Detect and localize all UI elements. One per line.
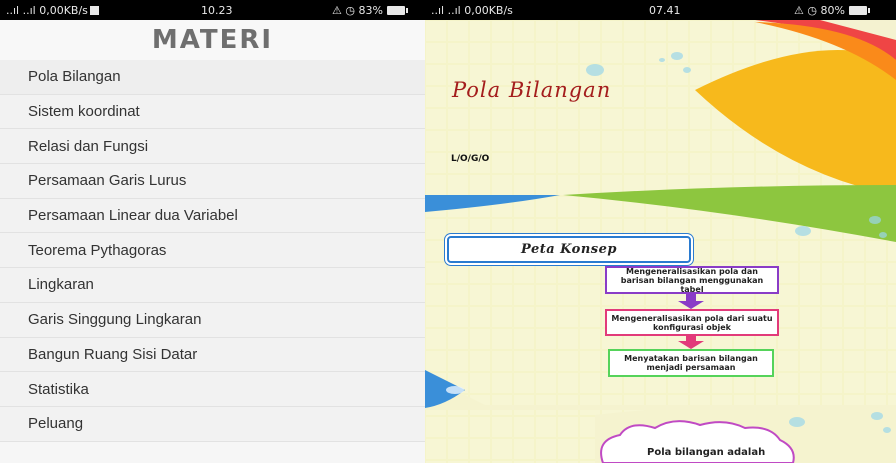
slide-title: Pola Bilangan — [452, 78, 612, 102]
cloud-text: Pola bilangan adalah — [647, 447, 766, 458]
list-item[interactable]: Teorema Pythagoras — [0, 233, 425, 269]
network-status: ..ıl ..ıl 0,00KB/s — [431, 3, 513, 17]
drop-icon — [659, 58, 665, 62]
materi-screen: MATERI Pola Bilangan Sistem koordinat Re… — [0, 20, 425, 463]
list-item[interactable]: Relasi dan Fungsi — [0, 129, 425, 165]
drop-icon — [671, 52, 683, 60]
drop-icon — [871, 412, 883, 420]
battery-icon — [386, 5, 408, 15]
clock: 10.23 — [201, 3, 233, 17]
drop-icon — [883, 427, 891, 433]
battery-status: ⚠ ◷ 80% — [794, 4, 870, 17]
header: MATERI — [0, 20, 425, 60]
flow-box-text: Mengeneralisasikan pola dari suatu konfi… — [611, 313, 773, 332]
list-item[interactable]: Peluang — [0, 406, 425, 442]
clock: 07.41 — [649, 3, 681, 17]
drop-icon — [586, 64, 604, 76]
materi-list: Pola Bilangan Sistem koordinat Relasi da… — [0, 60, 425, 442]
drop-icon — [869, 216, 881, 224]
drop-icon — [879, 232, 887, 238]
list-item[interactable]: Garis Singgung Lingkaran — [0, 302, 425, 338]
list-item[interactable]: Persamaan Linear dua Variabel — [0, 198, 425, 234]
battery-status: ⚠ ◷ 83% — [332, 4, 408, 17]
flow-box: Menyatakan barisan bilangan menjadi pers… — [608, 349, 774, 377]
flow-box-text: Menyatakan barisan bilangan menjadi pers… — [624, 354, 758, 372]
drop-icon — [683, 67, 691, 73]
drop-icon — [795, 226, 811, 236]
flow-box: Mengeneralisasikan pola dari suatu konfi… — [605, 309, 779, 336]
list-item[interactable]: Bangun Ruang Sisi Datar — [0, 337, 425, 373]
flow-box: Mengeneralisasikan pola dan barisan bila… — [605, 266, 779, 294]
status-bar-left: ..ıl ..ıl 0,00KB/s 10.23 ⚠ ◷ 83% — [0, 0, 425, 20]
logo-text: L/O/G/O — [451, 154, 490, 164]
list-item[interactable]: Statistika — [0, 372, 425, 407]
battery-icon — [848, 5, 870, 15]
concept-map-header: Peta Konsep — [447, 236, 691, 263]
slide-viewer[interactable]: Pola Bilangan L/O/G/O Peta Konsep Mengen… — [425, 20, 896, 463]
page-title: MATERI — [151, 25, 274, 55]
list-item[interactable]: Pola Bilangan — [0, 60, 425, 95]
concept-map-title: Peta Konsep — [521, 242, 617, 257]
download-icon — [89, 5, 99, 15]
list-item[interactable]: Sistem koordinat — [0, 94, 425, 130]
list-item[interactable]: Persamaan Garis Lurus — [0, 164, 425, 199]
network-status: ..ıl ..ıl 0,00KB/s — [6, 4, 99, 17]
list-item[interactable]: Lingkaran — [0, 268, 425, 303]
flow-box-text: Mengeneralisasikan pola dan barisan bila… — [620, 266, 764, 294]
drop-icon — [789, 417, 805, 427]
status-bar-right: ..ıl ..ıl 0,00KB/s 07.41 ⚠ ◷ 80% — [425, 0, 896, 20]
